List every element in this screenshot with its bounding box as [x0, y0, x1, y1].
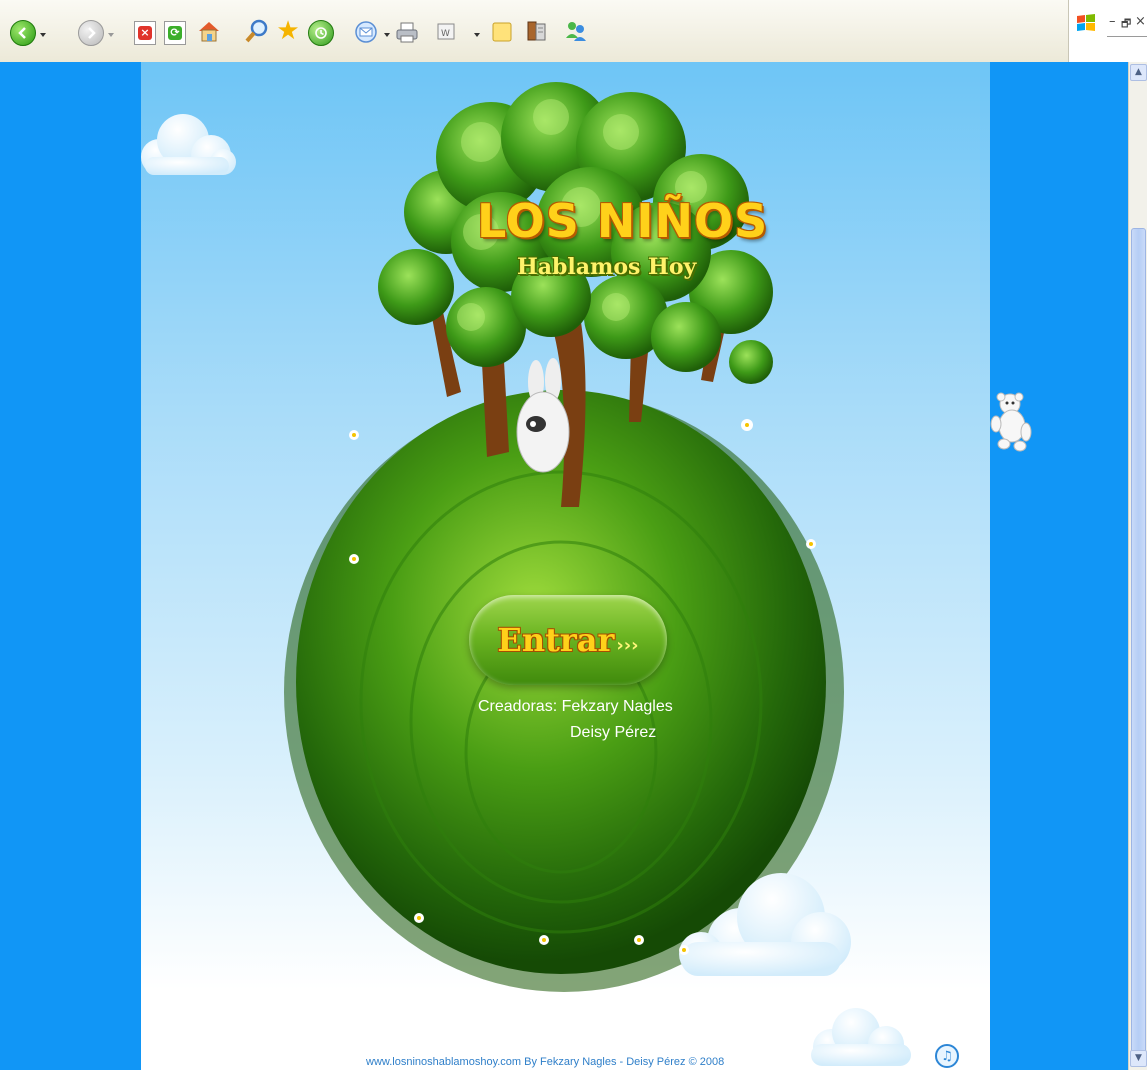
enter-button-label: Entrar: [497, 621, 615, 659]
search-icon[interactable]: [244, 18, 270, 44]
site-stage: LOS NIÑOS Hablamos Hoy Entrar ››› Creado…: [141, 62, 990, 1070]
window-divider: [1107, 36, 1147, 37]
refresh-icon[interactable]: ⟳: [164, 21, 186, 45]
windows-logo-icon: [1075, 12, 1097, 34]
svg-text:W: W: [441, 29, 450, 39]
back-icon[interactable]: [10, 20, 36, 46]
cloud-top-left: [141, 114, 236, 175]
forward-dropdown-icon[interactable]: [108, 33, 114, 37]
home-icon[interactable]: [196, 18, 222, 44]
stop-icon[interactable]: ×: [134, 21, 156, 45]
edit-icon[interactable]: W: [436, 22, 458, 42]
credits-line-2: Deisy Pérez: [570, 724, 657, 741]
cloud-footer: [811, 1008, 911, 1066]
vertical-scrollbar[interactable]: ▲ ▼: [1128, 62, 1147, 1070]
scroll-up-button[interactable]: ▲: [1130, 64, 1147, 81]
footer-text: www.losninoshablamoshoy.com By Fekzary N…: [366, 1056, 725, 1068]
browser-toolbar: × ⟳ ★ W – 🗗 ×: [0, 0, 1147, 63]
history-icon[interactable]: [308, 20, 334, 46]
forward-icon[interactable]: [78, 20, 104, 46]
edit-dropdown-icon[interactable]: [474, 33, 480, 37]
logo-subtitle: Hablamos Hoy: [517, 254, 697, 280]
music-toggle-button[interactable]: ♫: [935, 1044, 959, 1068]
favorites-icon[interactable]: ★: [274, 17, 302, 45]
logo-title: LOS NIÑOS: [477, 194, 769, 248]
enter-arrows-icon: ›››: [616, 634, 639, 656]
page-viewport: LOS NIÑOS Hablamos Hoy Entrar ››› Creado…: [0, 62, 1128, 1070]
close-button[interactable]: ×: [1135, 14, 1146, 29]
music-note-icon: ♫: [941, 1048, 953, 1064]
print-icon[interactable]: [394, 20, 420, 44]
messenger-icon[interactable]: [562, 18, 590, 44]
credits-line-1: Creadoras: Fekzary Nagles: [478, 698, 673, 715]
enter-button[interactable]: Entrar ›››: [469, 595, 667, 685]
back-dropdown-icon[interactable]: [40, 33, 46, 37]
folder-icon[interactable]: [490, 20, 514, 44]
scrollbar-thumb[interactable]: [1131, 228, 1146, 1058]
mail-dropdown-icon[interactable]: [384, 33, 390, 37]
scroll-down-button[interactable]: ▼: [1130, 1050, 1147, 1067]
book-icon[interactable]: [524, 18, 550, 44]
minimize-button[interactable]: –: [1109, 14, 1116, 29]
teddy-bear-cursor-icon: [990, 392, 1032, 452]
restore-button[interactable]: 🗗: [1121, 15, 1131, 34]
window-controls: – 🗗 ×: [1068, 0, 1147, 62]
mail-icon[interactable]: [354, 20, 380, 44]
